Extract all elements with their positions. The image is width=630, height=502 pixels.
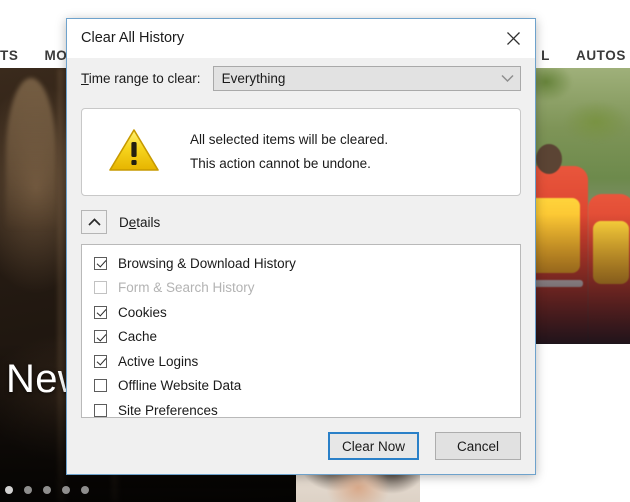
checklist-item-form-search-history: Form & Search History: [94, 276, 520, 301]
checklist-item-label: Active Logins: [118, 353, 199, 369]
checklist-item-cache[interactable]: Cache: [94, 325, 520, 350]
decorative-head: [536, 144, 562, 174]
checkbox[interactable]: [94, 305, 107, 319]
checklist-item-label: Offline Website Data: [118, 378, 242, 394]
details-label[interactable]: Details: [119, 215, 160, 230]
nav-right-group: L AUTOS: [541, 48, 626, 63]
checklist-item-label: Form & Search History: [118, 280, 255, 296]
carousel-dot[interactable]: [5, 486, 13, 494]
checklist-item-site-preferences[interactable]: Site Preferences: [94, 398, 520, 418]
checklist-item-offline-website-data[interactable]: Offline Website Data: [94, 374, 520, 399]
warning-triangle-icon: [108, 127, 160, 178]
time-range-label-rest: ime range to clear:: [88, 70, 201, 86]
time-range-label-accesskey: T: [81, 70, 89, 86]
checkbox[interactable]: [94, 330, 107, 344]
checkbox[interactable]: [94, 354, 107, 368]
warning-text: All selected items will be cleared. This…: [190, 128, 388, 176]
warning-line-1: All selected items will be cleared.: [190, 132, 389, 147]
carousel-dot[interactable]: [24, 486, 32, 494]
dialog-footer: Clear Now Cancel: [67, 418, 535, 474]
checklist-item-label: Cache: [118, 329, 158, 345]
cancel-button[interactable]: Cancel: [435, 432, 521, 460]
checklist-item-active-logins[interactable]: Active Logins: [94, 349, 520, 374]
time-range-label: Time range to clear:: [81, 71, 201, 86]
warning-box: All selected items will be cleared. This…: [81, 108, 521, 196]
clear-all-history-dialog: Clear All History Time range to clear: E…: [66, 18, 536, 475]
chevron-down-icon: [501, 74, 514, 82]
checklist-item-label: Site Preferences: [118, 402, 218, 418]
dialog-titlebar: Clear All History: [67, 19, 535, 58]
chevron-up-icon[interactable]: [81, 210, 107, 234]
nav-item-l[interactable]: L: [541, 48, 550, 63]
checklist-item-cookies[interactable]: Cookies: [94, 300, 520, 325]
checkbox: [94, 281, 107, 295]
dialog-title: Clear All History: [81, 30, 185, 46]
carousel-dots[interactable]: [5, 486, 89, 494]
nav-item-ts[interactable]: TS: [0, 48, 18, 63]
dialog-content: Time range to clear: Everything All sele…: [67, 58, 535, 418]
checklist-item-label: Browsing & Download History: [118, 255, 296, 271]
time-range-row: Time range to clear: Everything: [81, 58, 521, 98]
warning-line-2: This action cannot be undone.: [190, 156, 371, 171]
checkbox[interactable]: [94, 256, 107, 270]
time-range-select[interactable]: Everything: [212, 65, 521, 91]
decorative-arch: [6, 78, 56, 228]
nav-item-autos[interactable]: AUTOS: [576, 48, 626, 63]
carousel-dot[interactable]: [43, 486, 51, 494]
details-row: Details: [81, 210, 521, 234]
time-range-value: Everything: [221, 70, 286, 86]
details-checklist: Browsing & Download History Form & Searc…: [81, 244, 521, 418]
close-icon[interactable]: [491, 19, 535, 57]
carousel-dot[interactable]: [81, 486, 89, 494]
checkbox[interactable]: [94, 379, 107, 393]
details-label-prefix: D: [119, 214, 129, 230]
carousel-dot[interactable]: [62, 486, 70, 494]
clear-now-button[interactable]: Clear Now: [327, 432, 419, 460]
checklist-item-browsing-download-history[interactable]: Browsing & Download History: [94, 251, 520, 276]
details-label-rest: tails: [136, 214, 161, 230]
checkbox[interactable]: [94, 403, 107, 417]
checklist-item-label: Cookies: [118, 304, 167, 320]
